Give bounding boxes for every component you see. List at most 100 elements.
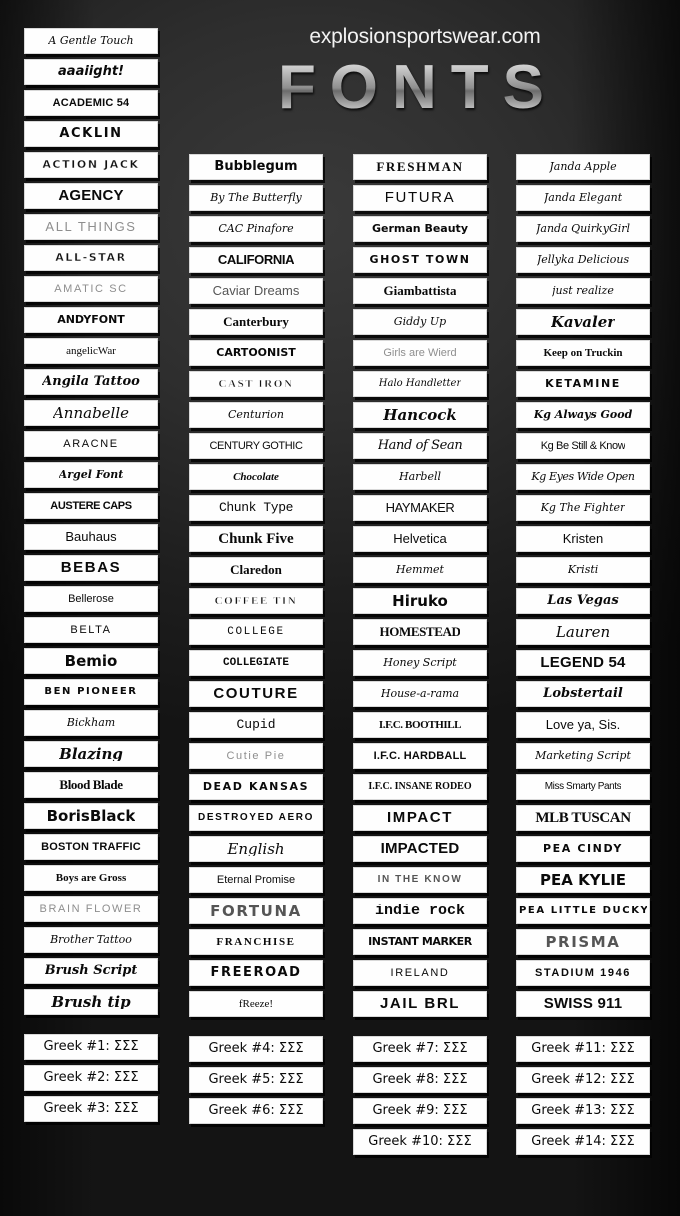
font-sample-chip: ACTION JACK <box>24 152 158 178</box>
page-background: explosionsportswear.com FONTS A Gentle T… <box>0 0 680 1216</box>
font-sample-chip: BorisBlack <box>24 803 158 829</box>
font-sample-label: Brush Script <box>44 964 138 978</box>
font-sample-label: Eternal Promise <box>216 874 296 886</box>
font-sample-chip: aaaiight! <box>24 59 158 85</box>
font-sample-label: STADIUM 1946 <box>534 967 632 979</box>
font-sample-chip: PRISMA <box>516 929 650 955</box>
font-sample-label: Greek #14: ΣΣΣ <box>531 1135 635 1149</box>
group-separator <box>189 1022 323 1036</box>
font-sample-label: AMATIC SC <box>54 283 128 295</box>
font-columns: A Gentle Touch aaaiight! ACADEMIC 54 ACKLIN… <box>0 0 680 1216</box>
font-sample-label: FRANCHISE <box>216 936 296 948</box>
font-sample-label: COLLEGE <box>227 626 285 638</box>
font-sample-chip: FORTUNA <box>189 898 323 924</box>
font-sample-chip: Cupid <box>189 712 323 738</box>
font-sample-chip: FRANCHISE <box>189 929 323 955</box>
font-sample-chip: PEA KYLIE <box>516 867 650 893</box>
font-sample-chip: Annabelle <box>24 400 158 426</box>
font-sample-label: Chunk Five <box>218 532 294 546</box>
font-sample-chip: I.F.C. BOOTHILL <box>353 712 487 738</box>
font-sample-chip: Miss Smarty Pants <box>516 774 650 800</box>
font-sample-chip: Kavaler <box>516 309 650 335</box>
font-sample-chip: just realize <box>516 278 650 304</box>
font-sample-label: BEBAS <box>60 561 122 575</box>
font-sample-label: IMPACT <box>387 811 453 825</box>
font-sample-chip: IN THE KNOW <box>353 867 487 893</box>
font-sample-chip: IMPACTED <box>353 836 487 862</box>
font-sample-chip: Claredon <box>189 557 323 583</box>
font-sample-label: IMPACTED <box>380 842 460 856</box>
font-sample-label: Greek #6: ΣΣΣ <box>208 1104 304 1118</box>
font-sample-chip: Giambattista <box>353 278 487 304</box>
font-sample-chip: Helvetica <box>353 526 487 552</box>
font-sample-label: Greek #9: ΣΣΣ <box>372 1104 468 1118</box>
font-sample-label: ALL-STAR <box>55 251 127 264</box>
font-sample-label: Greek #11: ΣΣΣ <box>531 1042 635 1056</box>
font-sample-label: Greek #10: ΣΣΣ <box>368 1135 472 1149</box>
font-sample-label: JAIL BRL <box>379 997 461 1011</box>
font-sample-label: CAC Pinafore <box>218 222 294 235</box>
font-sample-chip: Bickham <box>24 710 158 736</box>
font-sample-label: CARTOONIST <box>216 346 296 359</box>
font-sample-label: Greek #5: ΣΣΣ <box>208 1073 304 1087</box>
font-sample-label: Halo Handletter <box>378 378 462 389</box>
font-sample-chip: Chunk Type <box>189 495 323 521</box>
font-sample-chip: CENTURY GOTHIC <box>189 433 323 459</box>
font-sample-label: KETAMINE <box>545 377 621 390</box>
font-sample-label: COUTURE <box>213 687 299 701</box>
font-sample-label: Hemmet <box>396 563 444 576</box>
font-sample-label: Bickham <box>66 716 116 729</box>
font-sample-label: PEA KYLIE <box>540 873 626 887</box>
font-sample-chip: AMATIC SC <box>24 276 158 302</box>
font-sample-label: FUTURA <box>384 191 456 205</box>
font-sample-chip: By The Butterfly <box>189 185 323 211</box>
font-sample-chip: DEAD KANSAS <box>189 774 323 800</box>
font-sample-label: FORTUNA <box>210 904 302 918</box>
font-sample-chip: Kg Eyes Wide Open <box>516 464 650 490</box>
font-column-3: FRESHMAN FUTURA German Beauty GHOST TOWN Gia… <box>353 154 487 1160</box>
font-sample-label: angelicWar <box>66 345 116 357</box>
font-sample-label: By The Butterfly <box>210 191 302 204</box>
font-sample-label: English <box>227 842 285 856</box>
font-sample-label: ACTION JACK <box>42 158 140 171</box>
font-sample-chip: Blood Blade <box>24 772 158 798</box>
font-sample-chip: GHOST TOWN <box>353 247 487 273</box>
font-sample-label: PEA LITTLE DUCKY <box>519 905 647 916</box>
font-sample-chip: Kg The Fighter <box>516 495 650 521</box>
font-sample-label: DESTROYED AERO <box>198 812 314 823</box>
font-sample-label: Bemio <box>64 654 118 668</box>
font-sample-label: Boys are Gross <box>55 872 127 884</box>
font-sample-label: A Gentle Touch <box>48 34 134 47</box>
font-sample-label: Bauhaus <box>65 530 117 544</box>
font-sample-label: just realize <box>552 284 614 297</box>
font-sample-chip: BRAIN FLOWER <box>24 896 158 922</box>
font-sample-chip: DESTROYED AERO <box>189 805 323 831</box>
font-sample-label: Brother Tattoo <box>50 933 132 946</box>
font-sample-chip: I.F.C. HARDBALL <box>353 743 487 769</box>
font-sample-chip: Brush Script <box>24 958 158 984</box>
font-sample-chip: IMPACT <box>353 805 487 831</box>
font-sample-label: indie rock <box>374 904 465 918</box>
font-sample-chip: Harbell <box>353 464 487 490</box>
font-sample-label: Kavaler <box>550 315 616 329</box>
font-sample-label: Angila Tattoo <box>42 375 140 389</box>
font-sample-chip: INSTANT MARKER <box>353 929 487 955</box>
greek-sample-chip: Greek #3: ΣΣΣ <box>24 1096 158 1122</box>
greek-sample-chip: Greek #13: ΣΣΣ <box>516 1098 650 1124</box>
font-sample-chip: KETAMINE <box>516 371 650 397</box>
font-sample-chip: Blazing <box>24 741 158 767</box>
font-sample-label: Honey Script <box>383 656 457 669</box>
font-sample-label: Annabelle <box>52 406 130 420</box>
font-sample-label: AGENCY <box>58 189 124 203</box>
font-sample-chip: Bemio <box>24 648 158 674</box>
font-sample-chip: fReeze! <box>189 991 323 1017</box>
font-sample-label: Greek #8: ΣΣΣ <box>372 1073 468 1087</box>
font-sample-chip: JAIL BRL <box>353 991 487 1017</box>
font-sample-chip: Honey Script <box>353 650 487 676</box>
font-sample-chip: ALL-STAR <box>24 245 158 271</box>
font-sample-label: Jellyka Delicious <box>536 253 630 266</box>
font-sample-chip: Kristen <box>516 526 650 552</box>
font-sample-chip: AUSTERE CAPS <box>24 493 158 519</box>
font-sample-chip: Caviar Dreams <box>189 278 323 304</box>
font-sample-chip: CALIFORNIA <box>189 247 323 273</box>
